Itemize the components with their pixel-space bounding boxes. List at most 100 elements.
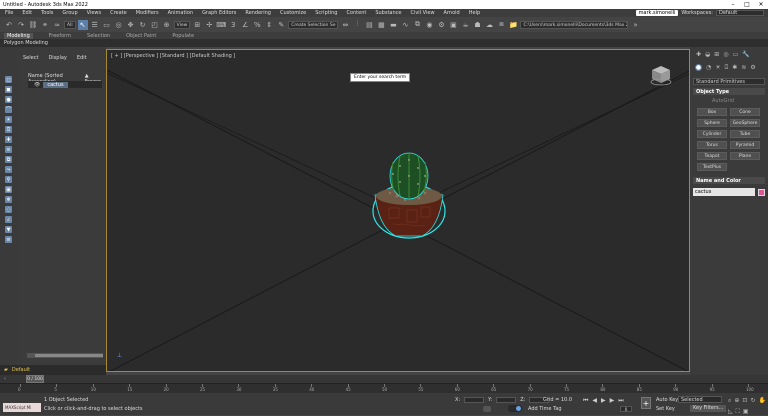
menu-file[interactable]: File xyxy=(5,10,13,16)
select-by-name-icon[interactable]: ☰ xyxy=(90,20,100,30)
project-folder-path[interactable]: C:\Users\mark.simonelli\Documents\3ds Ma… xyxy=(520,20,629,29)
render-setup-icon[interactable]: ⚙ xyxy=(436,20,446,30)
motion-tab-icon[interactable]: ◎ xyxy=(723,51,728,58)
tube-button[interactable]: Tube xyxy=(730,130,760,138)
toggle-layer-explorer-icon[interactable]: ▦ xyxy=(376,20,386,30)
time-slider[interactable]: 0 / 100 xyxy=(26,375,44,383)
teapot-button[interactable]: Teapot xyxy=(697,152,727,160)
percent-snap-icon[interactable]: % xyxy=(252,20,262,30)
current-layer[interactable]: Default xyxy=(12,367,30,373)
systems-category-icon[interactable]: ⚙ xyxy=(750,64,755,72)
cone-button[interactable]: Cone xyxy=(730,108,760,116)
hidden-filter-icon[interactable]: ◌ xyxy=(5,206,12,213)
maximize-button[interactable]: □ xyxy=(740,0,754,9)
lights-category-icon[interactable]: ☀ xyxy=(715,64,720,72)
menu-edit[interactable]: Edit xyxy=(22,10,32,16)
helpers-filter-icon[interactable]: ✚ xyxy=(5,136,12,143)
shapes-filter-icon[interactable]: ⌒ xyxy=(5,106,12,113)
tab-selection[interactable]: Selection xyxy=(87,33,110,39)
cameras-category-icon[interactable]: ⌼ xyxy=(725,64,729,72)
set-key-button[interactable]: Set Key xyxy=(656,406,675,412)
menu-rendering[interactable]: Rendering xyxy=(245,10,271,16)
redo-icon[interactable]: ↷ xyxy=(16,20,26,30)
sphere-button[interactable]: Sphere xyxy=(697,119,727,127)
scene-tab-display[interactable]: Display xyxy=(48,55,66,61)
menu-create[interactable]: Create xyxy=(110,10,127,16)
unlink-icon[interactable]: ⚭ xyxy=(40,20,50,30)
auto-key-button[interactable]: Auto Key xyxy=(656,397,678,403)
helpers-category-icon[interactable]: ✱ xyxy=(732,64,737,72)
menu-views[interactable]: Views xyxy=(87,10,101,16)
key-selection-dropdown[interactable]: Selected xyxy=(678,396,722,403)
zoom-icon[interactable]: ⌕ xyxy=(728,397,731,405)
scene-horizontal-scrollbar[interactable] xyxy=(27,353,103,358)
xrefs-filter-icon[interactable]: ⤳ xyxy=(5,166,12,173)
space-warps-category-icon[interactable]: ≋ xyxy=(741,64,746,72)
object-name-field[interactable]: cactus xyxy=(693,188,755,196)
maxscript-listener[interactable]: MAXScript Mi xyxy=(3,403,41,412)
menu-help[interactable]: Help xyxy=(469,10,480,16)
rotate-icon[interactable]: ↻ xyxy=(138,20,148,30)
object-color-swatch[interactable] xyxy=(758,188,765,196)
layer-icon[interactable]: ▰ xyxy=(4,367,8,373)
pyramid-button[interactable]: Pyramid xyxy=(730,141,760,149)
box-button[interactable]: Box xyxy=(697,108,727,116)
plane-button[interactable]: Plane xyxy=(730,152,760,160)
workspace-dropdown[interactable]: Default xyxy=(716,10,764,16)
play-icon[interactable]: ▶ xyxy=(601,397,606,405)
pan-icon[interactable]: ✋ xyxy=(758,397,765,405)
modify-tab-icon[interactable]: ◒ xyxy=(705,51,710,58)
scale-icon[interactable]: ◰ xyxy=(150,20,160,30)
move-icon[interactable]: ✥ xyxy=(126,20,136,30)
toggle-scene-explorer-icon[interactable]: ▤ xyxy=(364,20,374,30)
cameras-filter-icon[interactable]: ⌼ xyxy=(5,126,12,133)
display-none-icon[interactable]: ◻ xyxy=(5,76,12,83)
textplus-button[interactable]: TextPlus xyxy=(697,163,727,171)
containers-filter-icon[interactable]: ▣ xyxy=(5,186,12,193)
geometry-filter-icon[interactable]: ● xyxy=(5,96,12,103)
prev-frame-icon[interactable]: ‹ xyxy=(4,376,6,382)
current-frame-field[interactable]: 0 xyxy=(620,406,632,412)
next-frame-icon[interactable]: ▶ xyxy=(610,397,615,405)
torus-button[interactable]: Torus xyxy=(697,141,727,149)
menu-scripting[interactable]: Scripting xyxy=(315,10,337,16)
key-filters-button[interactable]: Key Filters... xyxy=(690,405,727,412)
list-item[interactable]: 👁 cactus xyxy=(28,81,102,88)
utilities-tab-icon[interactable]: 🔧 xyxy=(742,51,749,58)
go-to-start-icon[interactable]: ⏮ xyxy=(583,397,588,405)
bind-space-warp-icon[interactable]: ≈ xyxy=(52,20,62,30)
menu-modifiers[interactable]: Modifiers xyxy=(136,10,159,16)
named-selection-dropdown[interactable]: Create Selection Se xyxy=(288,20,339,29)
viewcube-icon[interactable] xyxy=(650,64,672,86)
x-field[interactable] xyxy=(464,397,485,403)
find-icon[interactable]: ⌕ xyxy=(5,216,12,223)
y-field[interactable] xyxy=(496,397,517,403)
menu-customize[interactable]: Customize xyxy=(280,10,306,16)
cactus-object[interactable] xyxy=(372,152,446,239)
add-time-tag[interactable]: Add Time Tag xyxy=(528,406,562,412)
cylinder-button[interactable]: Cylinder xyxy=(697,130,727,138)
isolate-toggle[interactable] xyxy=(508,405,522,412)
object-type-rollout[interactable]: Object Type xyxy=(693,88,765,95)
a360-gallery-icon[interactable]: ⧈ xyxy=(496,20,506,30)
open-folder-icon[interactable]: 📁 xyxy=(508,20,518,30)
material-editor-icon[interactable]: ◉ xyxy=(424,20,434,30)
name-and-color-rollout[interactable]: Name and Color xyxy=(693,177,765,184)
time-slider-track[interactable]: ‹ xyxy=(0,375,768,383)
toggle-ribbon-icon[interactable]: ▬ xyxy=(388,20,398,30)
filter-icon[interactable]: ▼ xyxy=(5,226,12,233)
viewport-label-menu[interactable]: [ + ] [Perspective ] [Standard ] [Defaul… xyxy=(111,53,235,59)
set-key-plus-icon[interactable]: + xyxy=(641,397,651,409)
scrollbar-thumb[interactable] xyxy=(35,354,103,357)
undo-icon[interactable]: ↶ xyxy=(4,20,14,30)
region-select-icon[interactable]: ▭ xyxy=(102,20,112,30)
bones-filter-icon[interactable]: ⚲ xyxy=(5,176,12,183)
menu-content[interactable]: Content xyxy=(346,10,366,16)
link-icon[interactable]: ⛓ xyxy=(28,20,38,30)
menu-animation[interactable]: Animation xyxy=(168,10,194,16)
track-bar[interactable]: 0 5 10 15 20 25 30 35 40 45 50 55 60 65 70 75 80 85 90 95 10… xyxy=(0,383,768,393)
render-in-cloud-icon[interactable]: ☁ xyxy=(484,20,494,30)
scene-tab-edit[interactable]: Edit xyxy=(77,55,87,61)
menu-substance[interactable]: Substance xyxy=(375,10,401,16)
tab-modeling[interactable]: Modeling xyxy=(4,32,33,39)
